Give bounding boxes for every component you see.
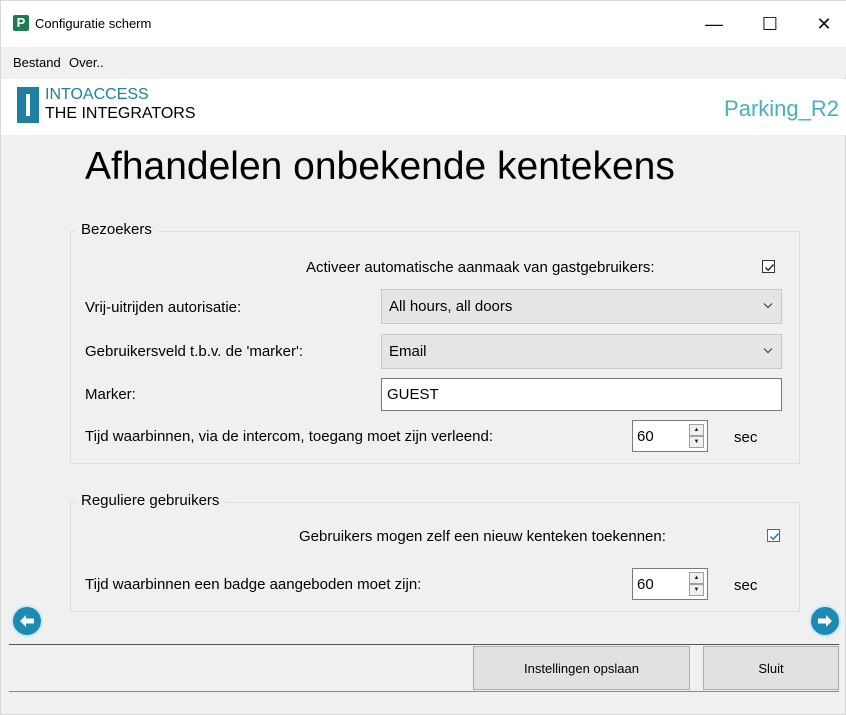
chevron-down-icon <box>763 348 773 354</box>
arrow-left-icon <box>20 615 34 627</box>
marker-field-label: Gebruikersveld t.b.v. de 'marker': <box>85 343 304 360</box>
stepper-down-icon[interactable]: ▼ <box>689 436 704 448</box>
marker-input-box[interactable] <box>381 378 782 411</box>
forward-arrow-button[interactable] <box>809 605 841 637</box>
marker-label: Marker: <box>85 386 136 403</box>
logo-line2: THE INTEGRATORS <box>45 105 196 122</box>
menu-over[interactable]: Over.. <box>69 55 104 70</box>
window-title: Configuratie scherm <box>35 16 152 31</box>
logo-icon <box>17 87 39 123</box>
close-dialog-button[interactable]: Sluit <box>703 646 839 690</box>
chevron-down-icon <box>763 303 773 309</box>
regular-users-group-label: Reguliere gebruikers <box>75 492 226 509</box>
intercom-time-label: Tijd waarbinnen, via de intercom, toegan… <box>85 428 494 445</box>
badge-time-label: Tijd waarbinnen een badge aangeboden moe… <box>85 576 422 593</box>
assign-plate-checkbox[interactable] <box>767 529 780 542</box>
badge-time-input[interactable] <box>633 569 687 599</box>
auto-guest-label: Activeer automatische aanmaak van gastge… <box>306 259 655 276</box>
back-arrow-button[interactable] <box>11 605 43 637</box>
stepper-up-icon[interactable]: ▲ <box>689 572 704 584</box>
exit-auth-label: Vrij-uitrijden autorisatie: <box>85 299 242 316</box>
checkmark-icon <box>765 264 775 272</box>
assign-plate-label: Gebruikers mogen zelf een nieuw kenteken… <box>299 528 666 545</box>
badge-time-unit: sec <box>734 577 758 594</box>
intercom-time-stepper[interactable]: ▲ ▼ <box>632 420 708 452</box>
intercom-time-input[interactable] <box>633 421 687 451</box>
status-bar-divider <box>9 691 839 692</box>
exit-auth-value: All hours, all doors <box>389 298 513 315</box>
title-bar: P Configuratie scherm — ☐ ✕ <box>1 1 846 47</box>
minimize-button[interactable]: — <box>691 9 737 39</box>
config-window: P Configuratie scherm — ☐ ✕ Bestand Over… <box>0 0 846 715</box>
app-icon: P <box>13 15 29 31</box>
visitors-group-label: Bezoekers <box>75 221 158 238</box>
stepper-up-icon[interactable]: ▲ <box>689 424 704 436</box>
marker-input[interactable] <box>382 379 781 410</box>
menu-bar: Bestand Over.. <box>1 47 846 75</box>
marker-field-value: Email <box>389 343 427 360</box>
intercom-time-unit: sec <box>734 429 758 446</box>
checkmark-icon <box>770 533 780 541</box>
save-settings-button[interactable]: Instellingen opslaan <box>473 646 690 690</box>
marker-field-select[interactable]: Email <box>381 334 782 369</box>
stepper-down-icon[interactable]: ▼ <box>689 584 704 596</box>
maximize-button[interactable]: ☐ <box>747 9 793 39</box>
site-name: Parking_R2 <box>724 96 839 121</box>
exit-auth-select[interactable]: All hours, all doors <box>381 289 782 324</box>
footer-divider <box>9 644 839 645</box>
page-title: Afhandelen onbekende kentekens <box>85 145 675 188</box>
auto-guest-checkbox[interactable] <box>762 260 775 273</box>
close-button[interactable]: ✕ <box>801 9 846 39</box>
arrow-right-icon <box>818 615 832 627</box>
badge-time-stepper[interactable]: ▲ ▼ <box>632 568 708 600</box>
logo-line1: INTOACCESS <box>45 86 149 103</box>
menu-bestand[interactable]: Bestand <box>13 55 61 70</box>
